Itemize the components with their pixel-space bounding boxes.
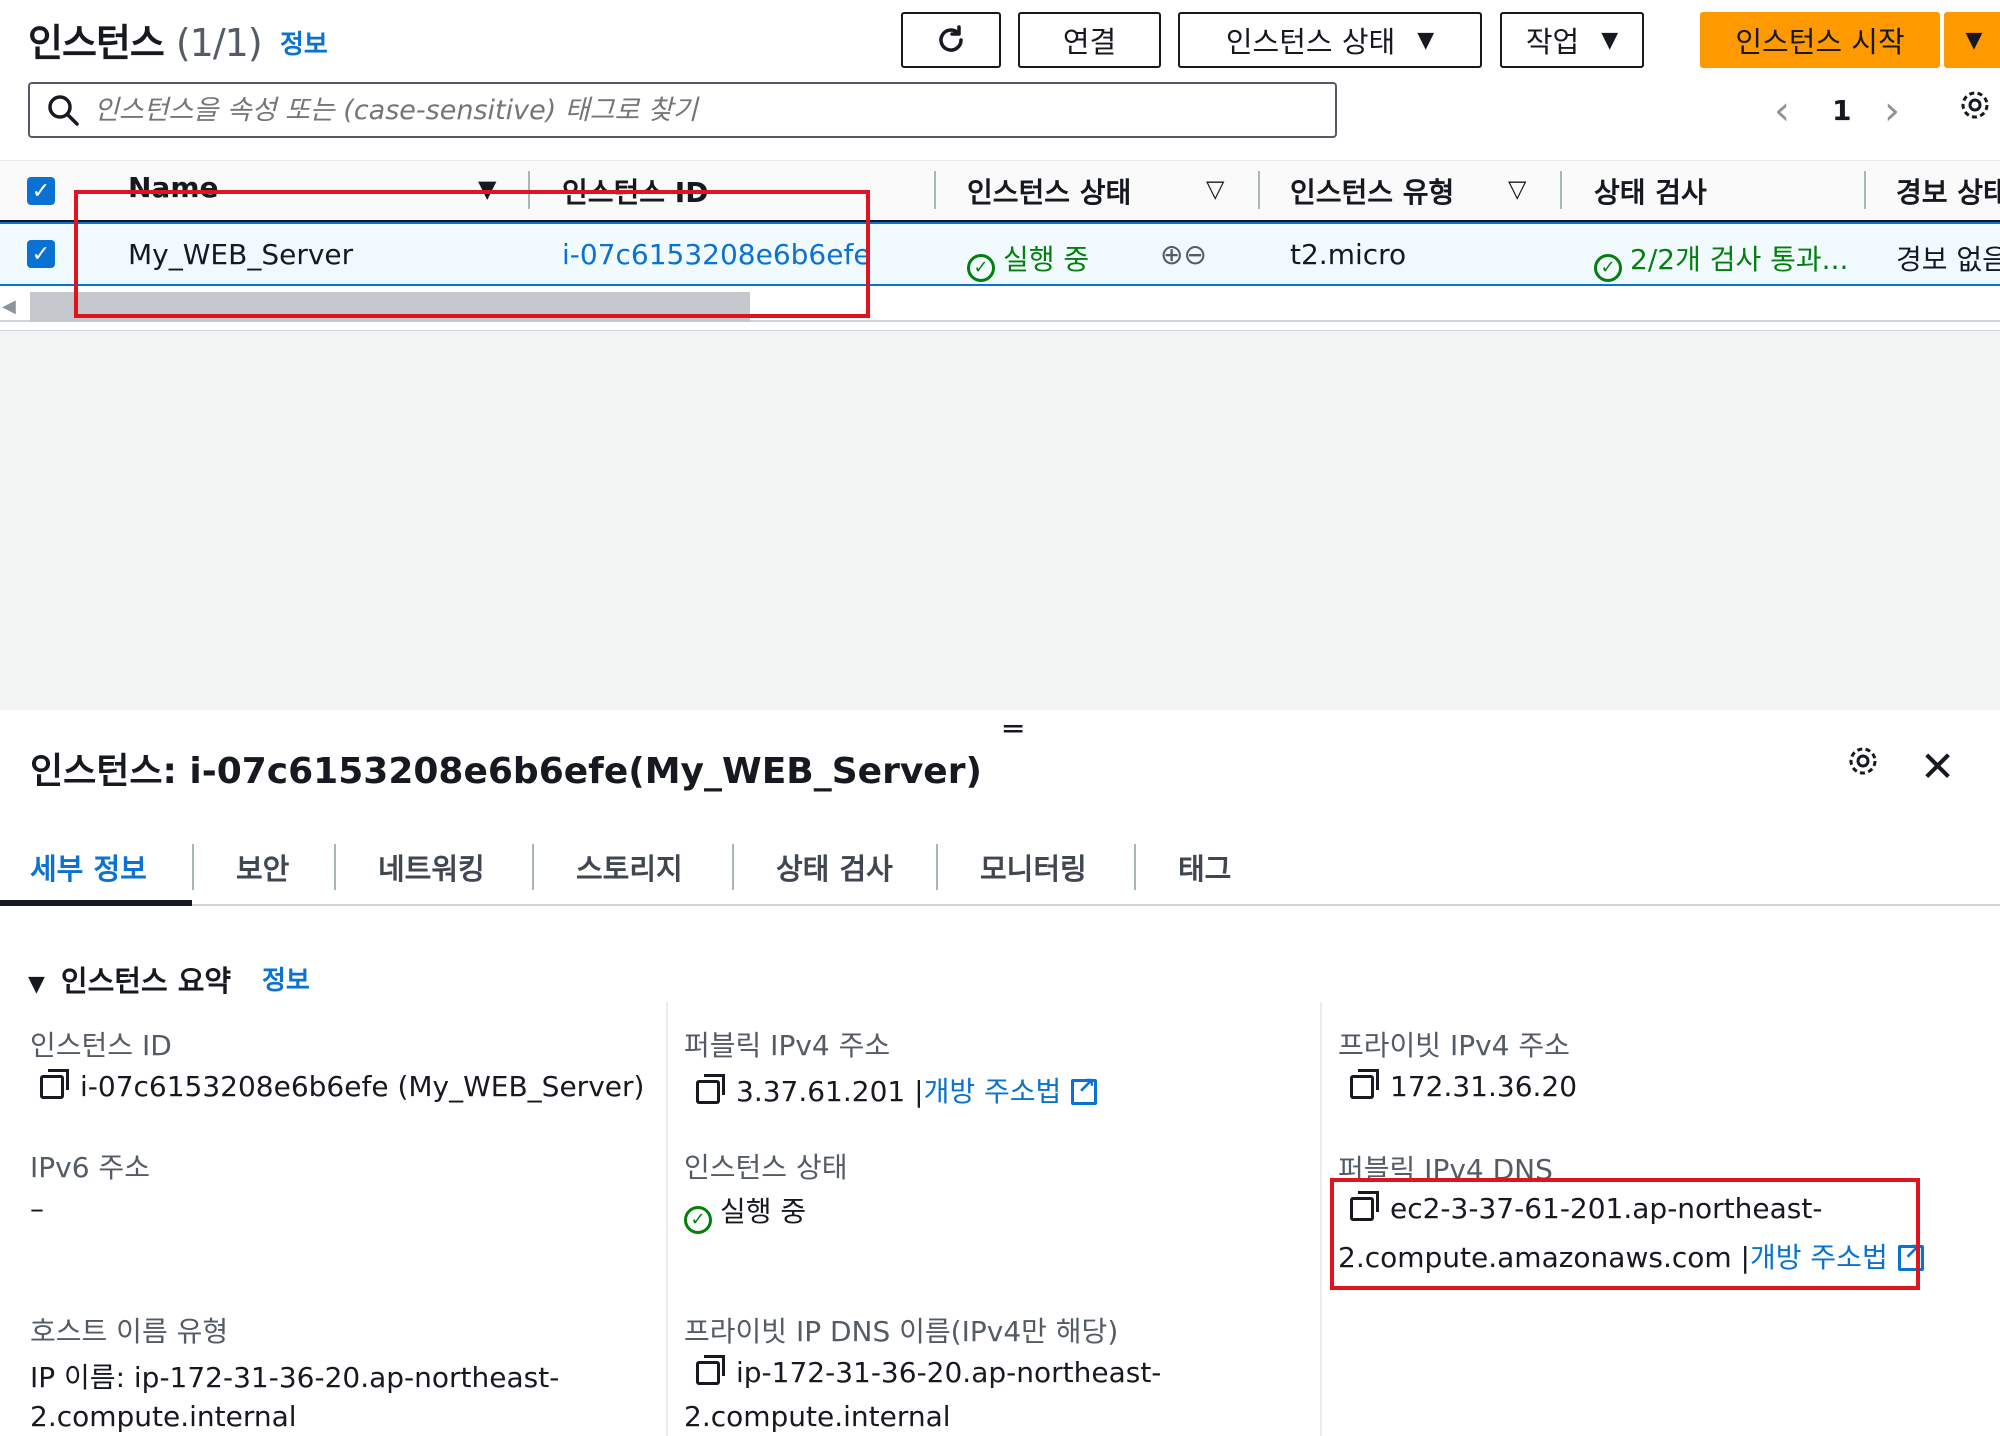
copy-icon[interactable] [696, 1355, 725, 1385]
launch-instance-dropdown-button[interactable]: ▼ [1944, 12, 2000, 68]
row-status-check: ✓ 2/2개 검사 통과... [1594, 238, 1848, 282]
search-box [28, 82, 1337, 138]
column-header-instance-state[interactable]: 인스턴스 상태 [967, 171, 1131, 211]
instance-state-button[interactable]: 인스턴스 상태 ▼ [1178, 12, 1482, 68]
split-panel-gap [0, 330, 2000, 710]
launch-instance-button[interactable]: 인스턴스 시작 [1700, 12, 1940, 68]
tab-tags[interactable]: 태그 [1178, 846, 1231, 888]
row-instance-state: ✓ 실행 중 [967, 238, 1089, 282]
private-ipv4-text: 172.31.36.20 [1390, 1070, 1578, 1103]
copy-icon[interactable] [40, 1069, 69, 1099]
launch-instance-button-label: 인스턴스 시작 [1735, 25, 1905, 59]
ipv6-label: IPv6 주소 [30, 1151, 150, 1184]
actions-button-label: 작업 [1525, 25, 1580, 59]
check-circle-icon: ✓ [967, 254, 995, 282]
caret-down-icon: ▼ [1417, 27, 1435, 53]
private-dns-text: ip-172-31-36-20.ap-northeast- [736, 1356, 1162, 1389]
chevron-right-icon[interactable]: › [1884, 88, 1900, 134]
caret-down-icon: ▼ [28, 972, 45, 997]
instance-id-text: i-07c6153208e6b6efe (My_WEB_Server) [80, 1070, 645, 1103]
private-dns-line2: 2.compute.internal [684, 1400, 951, 1433]
public-ipv4-text: 3.37.61.201 [736, 1075, 906, 1108]
column-header-instance-type[interactable]: 인스턴스 유형 [1290, 171, 1454, 211]
instance-state-value: ✓ 실행 중 [684, 1190, 806, 1234]
copy-icon[interactable] [1350, 1069, 1379, 1099]
scroll-left-icon[interactable]: ◀ [2, 296, 16, 317]
hostname-type-label: 호스트 이름 유형 [30, 1315, 229, 1348]
instance-state-button-label: 인스턴스 상태 [1225, 25, 1396, 59]
search-icon [48, 95, 79, 126]
connect-button[interactable]: 연결 [1018, 12, 1161, 68]
row-checkbox[interactable]: ✓ [27, 240, 55, 268]
private-ipv4-label: 프라이빗 IPv4 주소 [1338, 1029, 1570, 1062]
ipv6-value: – [30, 1192, 44, 1225]
highlight-box-dns [1330, 1178, 1920, 1290]
search-input[interactable] [94, 94, 1294, 126]
connect-button-label: 연결 [1062, 25, 1117, 59]
hostname-type-line2: 2.compute.internal [30, 1400, 297, 1433]
instance-id-value: i-07c6153208e6b6efe (My_WEB_Server) [40, 1069, 645, 1103]
check-circle-icon: ✓ [684, 1206, 712, 1234]
summary-toggle[interactable]: ▼ 인스턴스 요약 [28, 958, 231, 1000]
summary-header-text: 인스턴스 요약 [60, 964, 232, 998]
row-status-check-text: 2/2개 검사 통과... [1630, 243, 1849, 276]
check-circle-icon: ✓ [1594, 254, 1622, 282]
tab-security[interactable]: 보안 [236, 846, 289, 888]
caret-down-icon: ▼ [1601, 27, 1619, 53]
refresh-icon [939, 25, 963, 52]
chevron-left-icon[interactable]: ‹ [1774, 88, 1790, 134]
summary-info-link[interactable]: 정보 [262, 960, 310, 997]
tab-networking[interactable]: 네트워킹 [378, 846, 485, 888]
instance-id-label: 인스턴스 ID [30, 1029, 172, 1062]
tab-storage[interactable]: 스토리지 [576, 846, 683, 888]
row-instance-type: t2.micro [1290, 238, 1407, 271]
page-title: 인스턴스 (1/1) [28, 12, 263, 67]
row-state-text: 실행 중 [1003, 243, 1090, 276]
detail-tabs: 세부 정보 보안 네트워킹 스토리지 상태 검사 모니터링 태그 [0, 836, 2000, 906]
public-ipv4-value: 3.37.61.201 |개방 주소법 [696, 1070, 1098, 1110]
open-address-link[interactable]: 개방 주소법 [924, 1075, 1062, 1108]
refresh-button[interactable] [901, 12, 1001, 68]
info-link[interactable]: 정보 [280, 24, 328, 61]
detail-title: 인스턴스: i-07c6153208e6b6efe(My_WEB_Server) [30, 751, 982, 792]
caret-down-icon: ▼ [1965, 27, 1983, 53]
public-ipv4-label: 퍼블릭 IPv4 주소 [684, 1029, 891, 1062]
filter-icon[interactable]: ▽ [1508, 175, 1526, 203]
highlight-box-instance [74, 190, 870, 318]
row-alarm: 경보 없음 [1896, 243, 2000, 276]
zoom-in-out-icon[interactable]: ⊕⊖ [1160, 238, 1207, 271]
select-all-checkbox[interactable]: ✓ [27, 177, 55, 205]
hostname-type-line1: IP 이름: ip-172-31-36-20.ap-northeast- [30, 1361, 560, 1394]
private-dns-label: 프라이빗 IP DNS 이름(IPv4만 해당) [684, 1315, 1119, 1348]
tab-status-checks[interactable]: 상태 검사 [776, 846, 893, 888]
page-title-text: 인스턴스 [28, 21, 165, 65]
copy-icon[interactable] [696, 1074, 725, 1104]
private-ipv4-value: 172.31.36.20 [1350, 1069, 1578, 1103]
page-number[interactable]: 1 [1832, 94, 1851, 127]
gear-icon[interactable] [1958, 88, 1992, 122]
column-header-alarm-status[interactable]: 경보 상태 [1896, 171, 2000, 211]
active-tab-underline [0, 900, 192, 906]
instance-state-label: 인스턴스 상태 [684, 1151, 848, 1184]
tab-details[interactable]: 세부 정보 [30, 846, 147, 888]
filter-icon[interactable]: ▽ [1206, 175, 1224, 203]
instance-state-text: 실행 중 [720, 1195, 807, 1228]
instance-count: (1/1) [175, 21, 263, 65]
tab-monitoring[interactable]: 모니터링 [980, 846, 1087, 888]
drag-handle-icon[interactable]: ═ [1004, 712, 1022, 747]
close-icon[interactable]: ✕ [1920, 742, 1955, 791]
column-header-status-check[interactable]: 상태 검사 [1594, 171, 1707, 211]
external-link-icon[interactable] [1071, 1074, 1098, 1105]
private-dns-line1: ip-172-31-36-20.ap-northeast- [696, 1355, 1162, 1389]
gear-icon[interactable] [1846, 744, 1880, 778]
actions-button[interactable]: 작업 ▼ [1500, 12, 1644, 68]
